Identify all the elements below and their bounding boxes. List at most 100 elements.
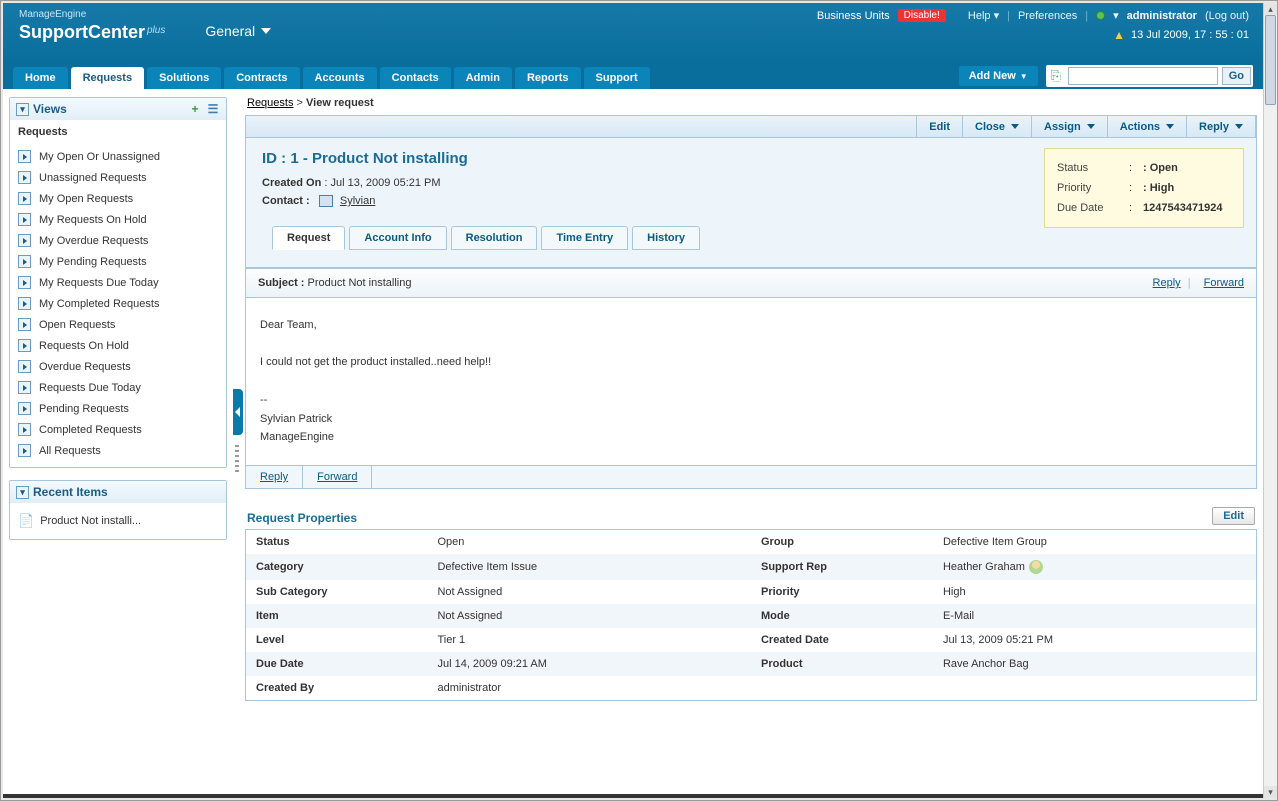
subject-value: Product Not installing (308, 277, 412, 289)
search-input[interactable] (1068, 67, 1218, 85)
nav-tab-support[interactable]: Support (584, 67, 650, 89)
view-label: My Requests On Hold (39, 214, 147, 226)
view-item[interactable]: My Requests Due Today (10, 272, 226, 293)
business-unit-dropdown[interactable]: General (205, 23, 271, 39)
message-body: Dear Team, I could not get the product i… (245, 298, 1257, 466)
list-view-icon[interactable]: ☰ (206, 102, 220, 116)
views-title: Views (33, 102, 67, 116)
logout-link[interactable]: (Log out) (1205, 10, 1249, 22)
nav-tab-requests[interactable]: Requests (71, 67, 145, 89)
view-item[interactable]: Requests On Hold (10, 335, 226, 356)
prop-key: Created By (246, 676, 428, 701)
scroll-thumb[interactable] (1265, 15, 1276, 105)
properties-table: StatusOpenGroupDefective Item GroupCateg… (245, 529, 1257, 701)
view-item[interactable]: All Requests (10, 440, 226, 461)
msg-reply-link[interactable]: Reply (246, 466, 303, 488)
view-item[interactable]: My Overdue Requests (10, 230, 226, 251)
view-item[interactable]: Completed Requests (10, 419, 226, 440)
go-button[interactable]: Go (1222, 67, 1251, 85)
disable-badge[interactable]: Disable! (898, 9, 946, 22)
message-action-bar: Reply Forward (245, 466, 1257, 489)
arrow-icon (18, 255, 31, 268)
views-panel: ▾ Views + ☰ Requests My Open Or Unassign… (9, 97, 227, 468)
view-label: My Overdue Requests (39, 235, 148, 247)
prop-key (751, 676, 933, 701)
subtab-resolution[interactable]: Resolution (451, 226, 538, 250)
subtab-request[interactable]: Request (272, 226, 345, 250)
add-new-button[interactable]: Add New▼ (959, 66, 1038, 86)
nav-tab-contracts[interactable]: Contracts (224, 67, 299, 89)
nav-tab-contacts[interactable]: Contacts (380, 67, 451, 89)
breadcrumb-current: View request (306, 97, 374, 109)
sidebar-splitter[interactable] (233, 89, 245, 794)
splitter-handle-icon[interactable] (233, 389, 243, 435)
view-item[interactable]: My Open Or Unassigned (10, 146, 226, 167)
page-scrollbar[interactable]: ▴ ▾ (1263, 3, 1277, 798)
status-dot-icon (1096, 11, 1105, 20)
preferences-link[interactable]: Preferences (1018, 10, 1077, 22)
request-toolbar: Edit Close Assign Actions Reply (246, 116, 1256, 138)
view-label: My Open Requests (39, 193, 133, 205)
arrow-icon (18, 444, 31, 457)
view-item[interactable]: Unassigned Requests (10, 167, 226, 188)
recent-item[interactable]: 📄Product Not installi... (18, 509, 218, 533)
subject-forward-link[interactable]: Forward (1204, 277, 1244, 289)
arrow-icon (18, 276, 31, 289)
views-collapse-toggle[interactable]: ▾ (16, 103, 29, 116)
view-item[interactable]: My Pending Requests (10, 251, 226, 272)
subtab-account-info[interactable]: Account Info (349, 226, 446, 250)
scroll-down-arrow[interactable]: ▾ (1264, 786, 1277, 798)
edit-button[interactable]: Edit (916, 116, 962, 137)
view-label: My Requests Due Today (39, 277, 159, 289)
view-item[interactable]: Requests Due Today (10, 377, 226, 398)
reply-button[interactable]: Reply (1186, 116, 1256, 137)
prop-key: Item (246, 604, 428, 628)
arrow-icon (18, 402, 31, 415)
scroll-up-arrow[interactable]: ▴ (1264, 3, 1277, 15)
nav-tab-home[interactable]: Home (13, 67, 68, 89)
request-container: Edit Close Assign Actions Reply ID : 1 -… (245, 115, 1257, 268)
created-on-label: Created On (262, 177, 321, 189)
arrow-icon (18, 423, 31, 436)
view-item[interactable]: Overdue Requests (10, 356, 226, 377)
view-label: Open Requests (39, 319, 115, 331)
prop-key: Sub Category (246, 580, 428, 604)
view-item[interactable]: Open Requests (10, 314, 226, 335)
prop-value: High (933, 580, 1257, 604)
subtab-time-entry[interactable]: Time Entry (541, 226, 628, 250)
user-name: administrator (1127, 10, 1197, 22)
msg-forward-link[interactable]: Forward (303, 466, 372, 488)
properties-edit-button[interactable]: Edit (1212, 507, 1255, 525)
nav-tab-reports[interactable]: Reports (515, 67, 581, 89)
contact-link[interactable]: Sylvian (340, 195, 375, 207)
properties-title: Request Properties (247, 511, 357, 525)
main-content: Requests > View request Edit Close Assig… (245, 89, 1263, 794)
splitter-grip-icon (235, 445, 239, 475)
breadcrumb-root[interactable]: Requests (247, 97, 293, 109)
assign-button[interactable]: Assign (1031, 116, 1107, 137)
add-view-icon[interactable]: + (188, 102, 202, 116)
recent-collapse-toggle[interactable]: ▾ (16, 486, 29, 499)
view-item[interactable]: Pending Requests (10, 398, 226, 419)
view-item[interactable]: My Requests On Hold (10, 209, 226, 230)
recent-title: Recent Items (33, 485, 108, 499)
arrow-icon (18, 318, 31, 331)
view-item[interactable]: My Open Requests (10, 188, 226, 209)
view-item[interactable]: My Completed Requests (10, 293, 226, 314)
actions-button[interactable]: Actions (1107, 116, 1186, 137)
prop-value: E-Mail (933, 604, 1257, 628)
prop-value: Not Assigned (427, 604, 751, 628)
support-rep-icon (1029, 560, 1043, 574)
nav-tab-solutions[interactable]: Solutions (147, 67, 221, 89)
contact-label: Contact : (262, 195, 310, 207)
search-icon[interactable]: ⎘ (1048, 68, 1064, 84)
help-link[interactable]: Help ▾ (968, 9, 999, 22)
subtab-history[interactable]: History (632, 226, 700, 250)
subject-reply-link[interactable]: Reply (1153, 277, 1181, 289)
close-button[interactable]: Close (962, 116, 1031, 137)
prop-key: Category (246, 554, 428, 580)
arrow-icon (18, 234, 31, 247)
nav-tab-accounts[interactable]: Accounts (303, 67, 377, 89)
recent-items-panel: ▾ Recent Items 📄Product Not installi... (9, 480, 227, 540)
nav-tab-admin[interactable]: Admin (454, 67, 512, 89)
